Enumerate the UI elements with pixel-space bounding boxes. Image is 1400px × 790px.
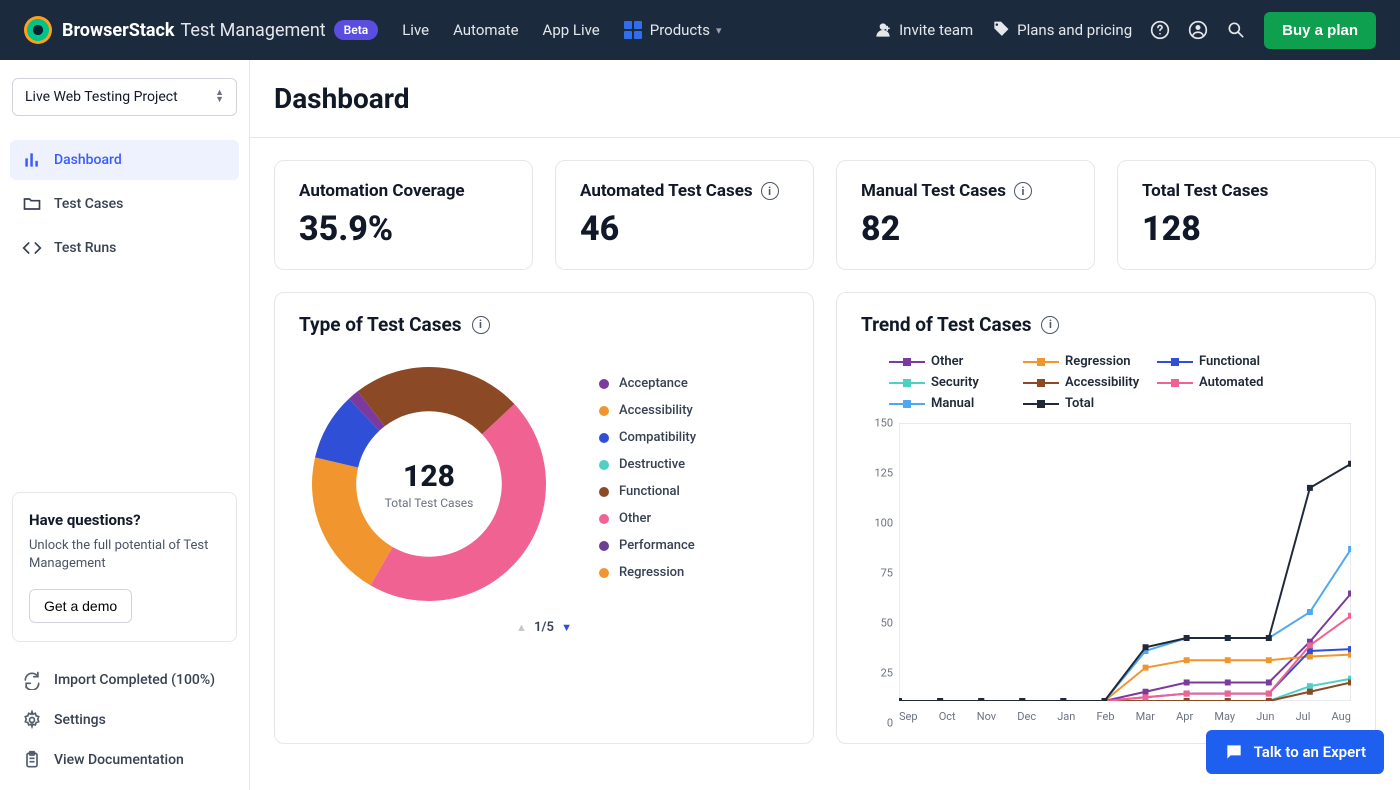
account-button[interactable] [1188, 20, 1208, 40]
beta-badge: Beta [334, 20, 379, 40]
legend-item-functional: Functional [599, 484, 696, 499]
y-tick: 0 [861, 717, 893, 730]
docs-link[interactable]: View Documentation [10, 740, 239, 780]
project-select-label: Live Web Testing Project [25, 89, 178, 105]
info-icon[interactable]: i [761, 182, 779, 200]
main: Dashboard Automation Coverage35.9%Automa… [250, 60, 1400, 790]
get-demo-button[interactable]: Get a demo [29, 589, 132, 623]
pager-next[interactable]: ▼ [561, 621, 572, 634]
buy-plan-button[interactable]: Buy a plan [1264, 12, 1376, 49]
stat-card-automation-coverage: Automation Coverage35.9% [274, 160, 533, 270]
gear-icon [22, 710, 42, 730]
invite-team-icon [873, 20, 893, 40]
topbar: BrowserStack Test Management Beta Live A… [0, 0, 1400, 60]
y-tick: 75 [861, 567, 893, 580]
trend-legend-total: Total [1023, 396, 1131, 411]
nav-app-live[interactable]: App Live [543, 21, 600, 39]
stat-card-manual-test-cases: Manual Test Casesi82 [836, 160, 1095, 270]
plans-pricing-link[interactable]: Plans and pricing [991, 20, 1132, 40]
trend-chart-title: Trend of Test Cases [861, 313, 1031, 336]
legend-item-destructive: Destructive [599, 457, 696, 472]
donut-center-label: Total Test Cases [385, 496, 474, 510]
trend-legend-automated: Automated [1157, 375, 1265, 390]
sidebar: Live Web Testing Project ▲▼ DashboardTes… [0, 60, 250, 790]
nav-live[interactable]: Live [402, 21, 429, 39]
info-icon[interactable]: i [1014, 182, 1032, 200]
page-title: Dashboard [274, 82, 1376, 115]
info-icon[interactable]: i [472, 316, 490, 334]
sidebar-item-dashboard[interactable]: Dashboard [10, 140, 239, 180]
pager-text: 1/5 [534, 620, 554, 635]
type-of-test-cases-card: Type of Test Cases i 128 Total Test Case… [274, 292, 814, 744]
import-status-link[interactable]: Import Completed (100%) [10, 660, 239, 700]
brand-sub: Test Management [181, 20, 326, 41]
main-header: Dashboard [250, 60, 1400, 138]
legend-pager: ▲ 1/5 ▼ [299, 620, 789, 635]
help-button[interactable] [1150, 20, 1170, 40]
trend-legend-functional: Functional [1157, 354, 1265, 369]
code-icon [22, 238, 42, 258]
promo-title: Have questions? [29, 511, 220, 529]
nav-products[interactable]: Products ▾ [624, 21, 722, 39]
legend-item-regression: Regression [599, 565, 696, 580]
promo-card: Have questions? Unlock the full potentia… [12, 492, 237, 642]
type-chart-title: Type of Test Cases [299, 313, 462, 336]
y-tick: 25 [861, 667, 893, 680]
stat-card-automated-test-cases: Automated Test Casesi46 [555, 160, 814, 270]
browserstack-logo-icon [24, 16, 52, 44]
brand-name: BrowserStack [62, 20, 175, 41]
donut-chart: 128 Total Test Cases [299, 354, 559, 614]
legend-item-compatibility: Compatibility [599, 430, 696, 445]
y-tick: 50 [861, 617, 893, 630]
pager-prev[interactable]: ▲ [516, 621, 527, 634]
apps-grid-icon [624, 21, 642, 39]
user-circle-icon [1188, 20, 1208, 40]
donut-center-value: 128 [403, 459, 455, 494]
y-tick: 125 [861, 467, 893, 480]
trend-line-chart [899, 423, 1351, 701]
tag-icon [991, 20, 1011, 40]
nav-automate[interactable]: Automate [453, 21, 518, 39]
promo-sub: Unlock the full potential of Test Manage… [29, 537, 220, 573]
stat-card-total-test-cases: Total Test Cases128 [1117, 160, 1376, 270]
search-icon [1226, 20, 1246, 40]
settings-link[interactable]: Settings [10, 700, 239, 740]
trend-legend-accessibility: Accessibility [1023, 375, 1131, 390]
chart-icon [22, 150, 42, 170]
trend-legend-regression: Regression [1023, 354, 1131, 369]
clipboard-icon [22, 750, 42, 770]
y-tick: 150 [861, 417, 893, 430]
trend-legend-manual: Manual [889, 396, 997, 411]
refresh-icon [22, 670, 42, 690]
chevron-down-icon: ▾ [716, 24, 722, 37]
help-icon [1150, 20, 1170, 40]
sidebar-item-test-runs[interactable]: Test Runs [10, 228, 239, 268]
trend-legend-security: Security [889, 375, 997, 390]
legend-item-performance: Performance [599, 538, 696, 553]
nav-products-label: Products [650, 21, 710, 39]
search-button[interactable] [1226, 20, 1246, 40]
project-select[interactable]: Live Web Testing Project ▲▼ [12, 78, 237, 116]
legend-item-other: Other [599, 511, 696, 526]
sidebar-item-test-cases[interactable]: Test Cases [10, 184, 239, 224]
updown-icon: ▲▼ [215, 90, 224, 104]
info-icon[interactable]: i [1041, 316, 1059, 334]
chat-icon [1224, 742, 1244, 762]
trend-legend-other: Other [889, 354, 997, 369]
y-tick: 100 [861, 517, 893, 530]
legend-item-accessibility: Accessibility [599, 403, 696, 418]
folder-icon [22, 194, 42, 214]
trend-of-test-cases-card: Trend of Test Cases i Other Regression Fun… [836, 292, 1376, 744]
talk-to-expert-button[interactable]: Talk to an Expert [1206, 730, 1384, 774]
invite-team-link[interactable]: Invite team [873, 20, 973, 40]
legend-item-acceptance: Acceptance [599, 376, 696, 391]
